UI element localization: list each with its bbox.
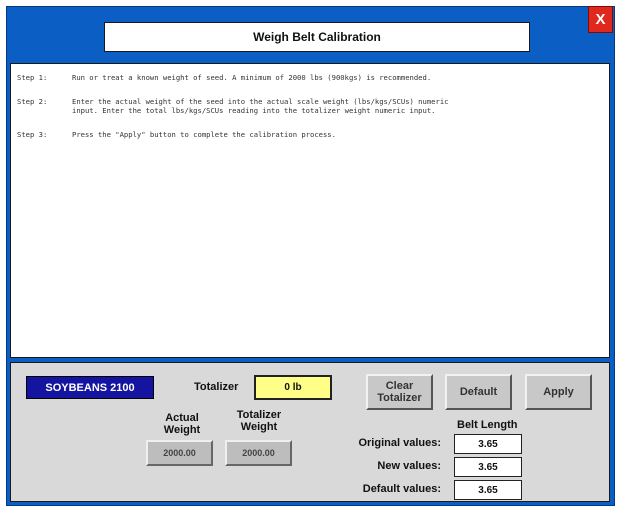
screen: Weigh Belt Calibration X Step 1: Run or t… [0,0,621,512]
actual-weight-input[interactable]: 2000.00 [146,440,213,466]
instruction-step-2: Step 2: Enter the actual weight of the se… [17,97,448,115]
step-text: Press the "Apply" button to complete the… [72,130,336,139]
totalizer-weight-label: Totalizer Weight [236,409,282,433]
apply-button[interactable]: Apply [525,374,592,410]
totalizer-label: Totalizer [194,381,239,393]
instruction-step-3: Step 3: Press the "Apply" button to compl… [17,130,336,139]
step-text: Run or treat a known weight of seed. A m… [72,73,432,82]
step-text: Enter the actual weight of the seed into… [72,97,449,106]
instructions-area: Step 1: Run or treat a known weight of se… [10,63,610,358]
totalizer-weight-input[interactable]: 2000.00 [225,440,292,466]
totalizer-display: 0 lb [254,375,332,400]
default-button[interactable]: Default [445,374,512,410]
original-values-field: 3.65 [454,434,522,454]
clear-totalizer-button[interactable]: Clear Totalizer [366,374,433,410]
belt-length-header: Belt Length [457,419,518,431]
step-number: Step 1: [17,73,48,82]
new-values-field[interactable]: 3.65 [454,457,522,477]
crop-selector[interactable]: SOYBEANS 2100 [26,376,154,399]
close-button[interactable]: X [588,6,613,33]
default-values-field: 3.65 [454,480,522,500]
actual-weight-label: Actual Weight [163,412,201,436]
step-number: Step 2: [17,97,48,106]
step-text: input. Enter the total lbs/kgs/SCUs read… [72,106,436,115]
calibration-panel: SOYBEANS 2100 Totalizer 0 lb Clear Total… [10,362,610,502]
window-title: Weigh Belt Calibration [104,22,530,52]
new-values-label: New values: [377,460,441,472]
default-values-label: Default values: [362,483,441,495]
instruction-step-1: Step 1: Run or treat a known weight of se… [17,73,431,82]
original-values-label: Original values: [358,437,441,449]
step-number: Step 3: [17,130,48,139]
